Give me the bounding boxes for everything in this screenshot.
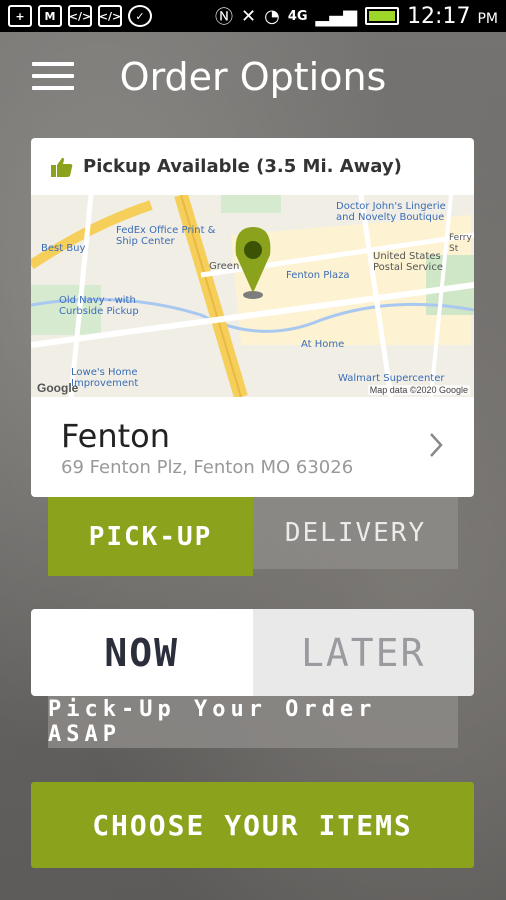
availability-text: Pickup Available (3.5 Mi. Away)	[83, 156, 402, 177]
choose-items-button[interactable]: CHOOSE YOUR ITEMS	[31, 782, 474, 868]
store-location-row[interactable]: Fenton 69 Fenton Plz, Fenton MO 63026	[31, 397, 474, 497]
google-logo: Google	[37, 381, 79, 395]
network-label: 4G	[287, 8, 308, 24]
map-place-label: FedEx Office Print & Ship Center	[116, 225, 216, 247]
code-icon-2: </>	[98, 5, 122, 27]
map-place-label: Old Navy - with Curbside Pickup	[59, 295, 139, 317]
app-header: Order Options	[0, 32, 506, 122]
menu-icon[interactable]	[32, 62, 74, 92]
map-place-label: At Home	[301, 339, 345, 350]
pickup-button[interactable]: PICK-UP	[48, 497, 253, 576]
store-map[interactable]: Doctor John's Lingerie and Novelty Bouti…	[31, 195, 474, 397]
battery-icon	[365, 7, 400, 25]
now-button[interactable]: NOW	[31, 609, 253, 696]
mail-icon: M	[38, 5, 62, 27]
order-time-hint: Pick-Up Your Order ASAP	[48, 696, 458, 748]
order-type-toggle: PICK-UP DELIVERY	[48, 497, 458, 576]
hint-text: Pick-Up Your Order ASAP	[48, 697, 377, 747]
map-street-label: Green	[209, 261, 240, 272]
availability-row: Pickup Available (3.5 Mi. Away)	[31, 138, 474, 195]
mute-icon: ✕	[241, 5, 257, 27]
chevron-right-icon	[430, 433, 443, 457]
add-icon: +	[8, 5, 32, 27]
status-bar: + M </> </> ✓ Ⓝ ✕ ◔ 4G ▂▄▆ 12:17 PM	[0, 0, 506, 32]
thumbs-up-icon	[51, 157, 73, 177]
map-place-label: Fenton Plaza	[286, 270, 350, 281]
store-name: Fenton	[61, 416, 171, 455]
delivery-button[interactable]: DELIVERY	[253, 497, 458, 569]
signal-icon: ▂▄▆	[315, 5, 358, 27]
map-place-label: United States Postal Service	[373, 251, 443, 273]
store-address: 69 Fenton Plz, Fenton MO 63026	[61, 456, 354, 478]
wifi-icon: ◔	[264, 5, 280, 27]
chat-icon: ✓	[128, 5, 152, 27]
map-place-label: Walmart Supercenter	[338, 373, 445, 384]
map-data-attribution: Map data ©2020 Google	[367, 385, 470, 395]
location-card: Pickup Available (3.5 Mi. Away) Doctor J…	[31, 138, 474, 497]
map-place-label: Lowe's Home Improvement	[71, 367, 139, 389]
map-place-label: Doctor John's Lingerie and Novelty Bouti…	[336, 201, 446, 223]
map-place-label: Best Buy	[41, 243, 86, 254]
code-icon: </>	[68, 5, 92, 27]
nfc-icon: Ⓝ	[215, 7, 233, 28]
later-button[interactable]: LATER	[252, 609, 474, 696]
clock: 12:17 PM	[407, 3, 498, 29]
order-time-toggle: NOW LATER	[31, 609, 474, 696]
page-title: Order Options	[119, 55, 387, 99]
map-street-label: Ferry St	[449, 233, 472, 254]
